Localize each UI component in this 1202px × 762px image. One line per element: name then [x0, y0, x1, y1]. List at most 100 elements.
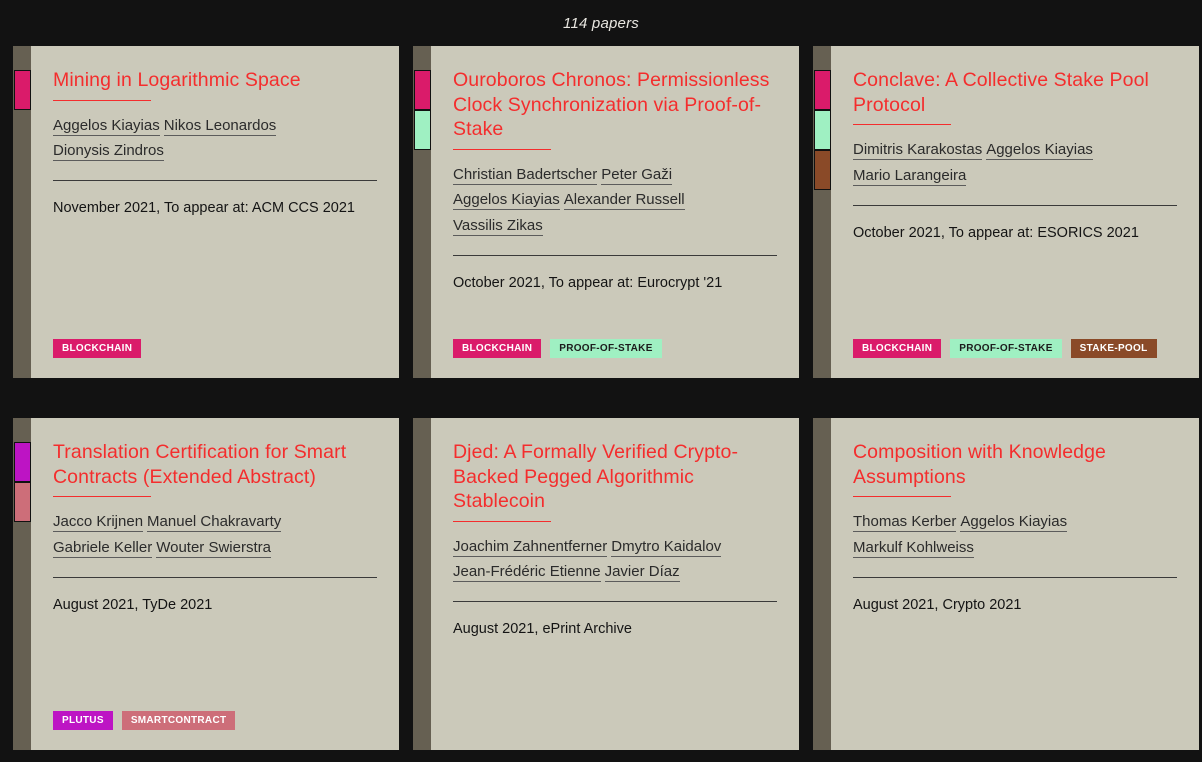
card-gutter — [13, 418, 31, 750]
tag-row: BLOCKCHAIN PROOF-OF-STAKE — [453, 339, 777, 378]
card-divider-rule — [853, 204, 1177, 206]
paper-title[interactable]: Ouroboros Chronos: Permissionless Clock … — [453, 68, 777, 142]
author-link[interactable]: Jacco Krijnen — [53, 513, 144, 533]
paper-count-label: 114 papers — [563, 14, 639, 32]
paper-card[interactable]: Mining in Logarithmic Space Aggelos Kiayi… — [13, 46, 399, 378]
author-link[interactable]: Dmytro Kaidalov — [611, 537, 722, 557]
tag-badge[interactable]: PLUTUS — [53, 711, 113, 730]
tag-color-chip[interactable] — [814, 70, 831, 110]
author-link[interactable]: Mario Larangeira — [853, 166, 967, 186]
author-link[interactable]: Markulf Kohlweiss — [853, 538, 974, 558]
tag-badge[interactable]: STAKE-POOL — [1070, 339, 1157, 358]
paper-title[interactable]: Mining in Logarithmic Space — [53, 68, 377, 93]
title-underline-rule — [453, 148, 551, 150]
card-body: Mining in Logarithmic Space Aggelos Kiayi… — [31, 46, 399, 378]
author-link[interactable]: Aggelos Kiayias — [986, 141, 1093, 161]
author-list: Aggelos Kiayias Nikos Leonardos Dionysis… — [53, 113, 377, 165]
author-separator — [721, 534, 725, 560]
author-list: Thomas Kerber Aggelos Kiayias Markulf Ko… — [853, 509, 1177, 561]
card-body: Translation Certification for Smart Cont… — [31, 418, 399, 750]
author-list: Jacco Krijnen Manuel Chakravarty Gabriel… — [53, 509, 377, 561]
author-link[interactable]: Peter Gaži — [601, 165, 673, 185]
author-list: Joachim Zahnentferner Dmytro Kaidalov Je… — [453, 534, 777, 586]
tag-row: BLOCKCHAIN PROOF-OF-STAKE STAKE-POOL — [853, 339, 1177, 378]
paper-title[interactable]: Translation Certification for Smart Cont… — [53, 440, 377, 489]
paper-venue: October 2021, To appear at: ESORICS 2021 — [853, 224, 1139, 241]
author-separator — [281, 509, 285, 535]
tag-badge[interactable]: BLOCKCHAIN — [453, 339, 542, 358]
author-separator — [1067, 509, 1071, 535]
tag-row: PLUTUS SMARTCONTRACT — [53, 711, 377, 750]
paper-card[interactable]: Conclave: A Collective Stake Pool Protoc… — [813, 46, 1199, 378]
card-body: Djed: A Formally Verified Crypto-Backed … — [431, 418, 799, 750]
author-link[interactable]: Gabriele Keller — [53, 538, 153, 558]
paper-title[interactable]: Djed: A Formally Verified Crypto-Backed … — [453, 440, 777, 514]
paper-venue: August 2021, TyDe 2021 — [53, 596, 213, 613]
paper-venue: November 2021, To appear at: ACM CCS 202… — [53, 200, 355, 217]
paper-venue: August 2021, Crypto 2021 — [853, 596, 1022, 613]
card-body: Ouroboros Chronos: Permissionless Clock … — [431, 46, 799, 378]
author-list: Christian Badertscher Peter Gaži Aggelos… — [453, 162, 777, 239]
tag-color-chip[interactable] — [14, 442, 31, 482]
card-gutter — [813, 418, 831, 750]
author-link[interactable]: Javier Díaz — [604, 563, 680, 583]
author-link[interactable]: Thomas Kerber — [853, 513, 957, 533]
paper-card[interactable]: Djed: A Formally Verified Crypto-Backed … — [413, 418, 799, 750]
title-underline-rule — [853, 496, 951, 498]
card-divider-rule — [453, 601, 777, 603]
author-separator — [276, 113, 280, 139]
paper-venue: August 2021, ePrint Archive — [453, 621, 632, 638]
tag-color-chip[interactable] — [814, 110, 831, 150]
author-link[interactable]: Joachim Zahnentferner — [453, 537, 608, 557]
tag-color-chip[interactable] — [414, 70, 431, 110]
tag-row — [453, 730, 777, 750]
tag-row — [853, 730, 1177, 750]
paper-card-grid: Mining in Logarithmic Space Aggelos Kiayi… — [0, 46, 1202, 750]
author-link[interactable]: Aggelos Kiayias — [453, 191, 560, 211]
author-link[interactable]: Vassilis Zikas — [453, 217, 543, 237]
paper-venue: October 2021, To appear at: Eurocrypt '2… — [453, 275, 723, 292]
paper-card[interactable]: Composition with Knowledge Assumptions Th… — [813, 418, 1199, 750]
author-link[interactable]: Aggelos Kiayias — [960, 513, 1068, 533]
paper-card[interactable]: Ouroboros Chronos: Permissionless Clock … — [413, 46, 799, 378]
card-body: Composition with Knowledge Assumptions Th… — [831, 418, 1199, 750]
author-link[interactable]: Nikos Leonardos — [163, 116, 277, 136]
tag-badge[interactable]: SMARTCONTRACT — [121, 711, 236, 730]
paper-title[interactable]: Composition with Knowledge Assumptions — [853, 440, 1177, 489]
author-link[interactable]: Dimitris Karakostas — [853, 141, 983, 161]
card-divider-rule — [53, 576, 377, 578]
card-divider-rule — [453, 255, 777, 257]
title-underline-rule — [53, 496, 151, 498]
page-header: 114 papers — [0, 0, 1202, 46]
paper-title[interactable]: Conclave: A Collective Stake Pool Protoc… — [853, 68, 1177, 117]
author-link[interactable]: Wouter Swierstra — [156, 538, 271, 558]
tag-badge[interactable]: BLOCKCHAIN — [53, 339, 142, 358]
tag-badge[interactable]: PROOF-OF-STAKE — [550, 339, 662, 358]
card-body: Conclave: A Collective Stake Pool Protoc… — [831, 46, 1199, 378]
title-underline-rule — [53, 99, 151, 101]
tag-color-chip[interactable] — [14, 482, 31, 522]
author-separator — [672, 162, 676, 188]
title-underline-rule — [853, 124, 951, 126]
tag-color-chip[interactable] — [814, 150, 831, 190]
author-link[interactable]: Dionysis Zindros — [53, 142, 164, 162]
card-gutter — [813, 46, 831, 378]
author-separator — [1093, 137, 1097, 163]
author-link[interactable]: Aggelos Kiayias — [53, 116, 160, 136]
author-separator — [601, 559, 605, 585]
author-link[interactable]: Manuel Chakravarty — [147, 513, 282, 533]
tag-badge[interactable]: BLOCKCHAIN — [853, 339, 942, 358]
card-gutter — [413, 418, 431, 750]
title-underline-rule — [453, 520, 551, 522]
author-link[interactable]: Alexander Russell — [563, 191, 685, 211]
author-link[interactable]: Jean-Frédéric Etienne — [453, 563, 601, 583]
author-link[interactable]: Christian Badertscher — [453, 165, 598, 185]
card-gutter — [13, 46, 31, 378]
tag-badge[interactable]: PROOF-OF-STAKE — [950, 339, 1062, 358]
author-separator — [685, 187, 689, 213]
paper-card[interactable]: Translation Certification for Smart Cont… — [13, 418, 399, 750]
card-divider-rule — [53, 180, 377, 182]
tag-color-chip[interactable] — [14, 70, 31, 110]
tag-color-chip[interactable] — [414, 110, 431, 150]
card-divider-rule — [853, 576, 1177, 578]
